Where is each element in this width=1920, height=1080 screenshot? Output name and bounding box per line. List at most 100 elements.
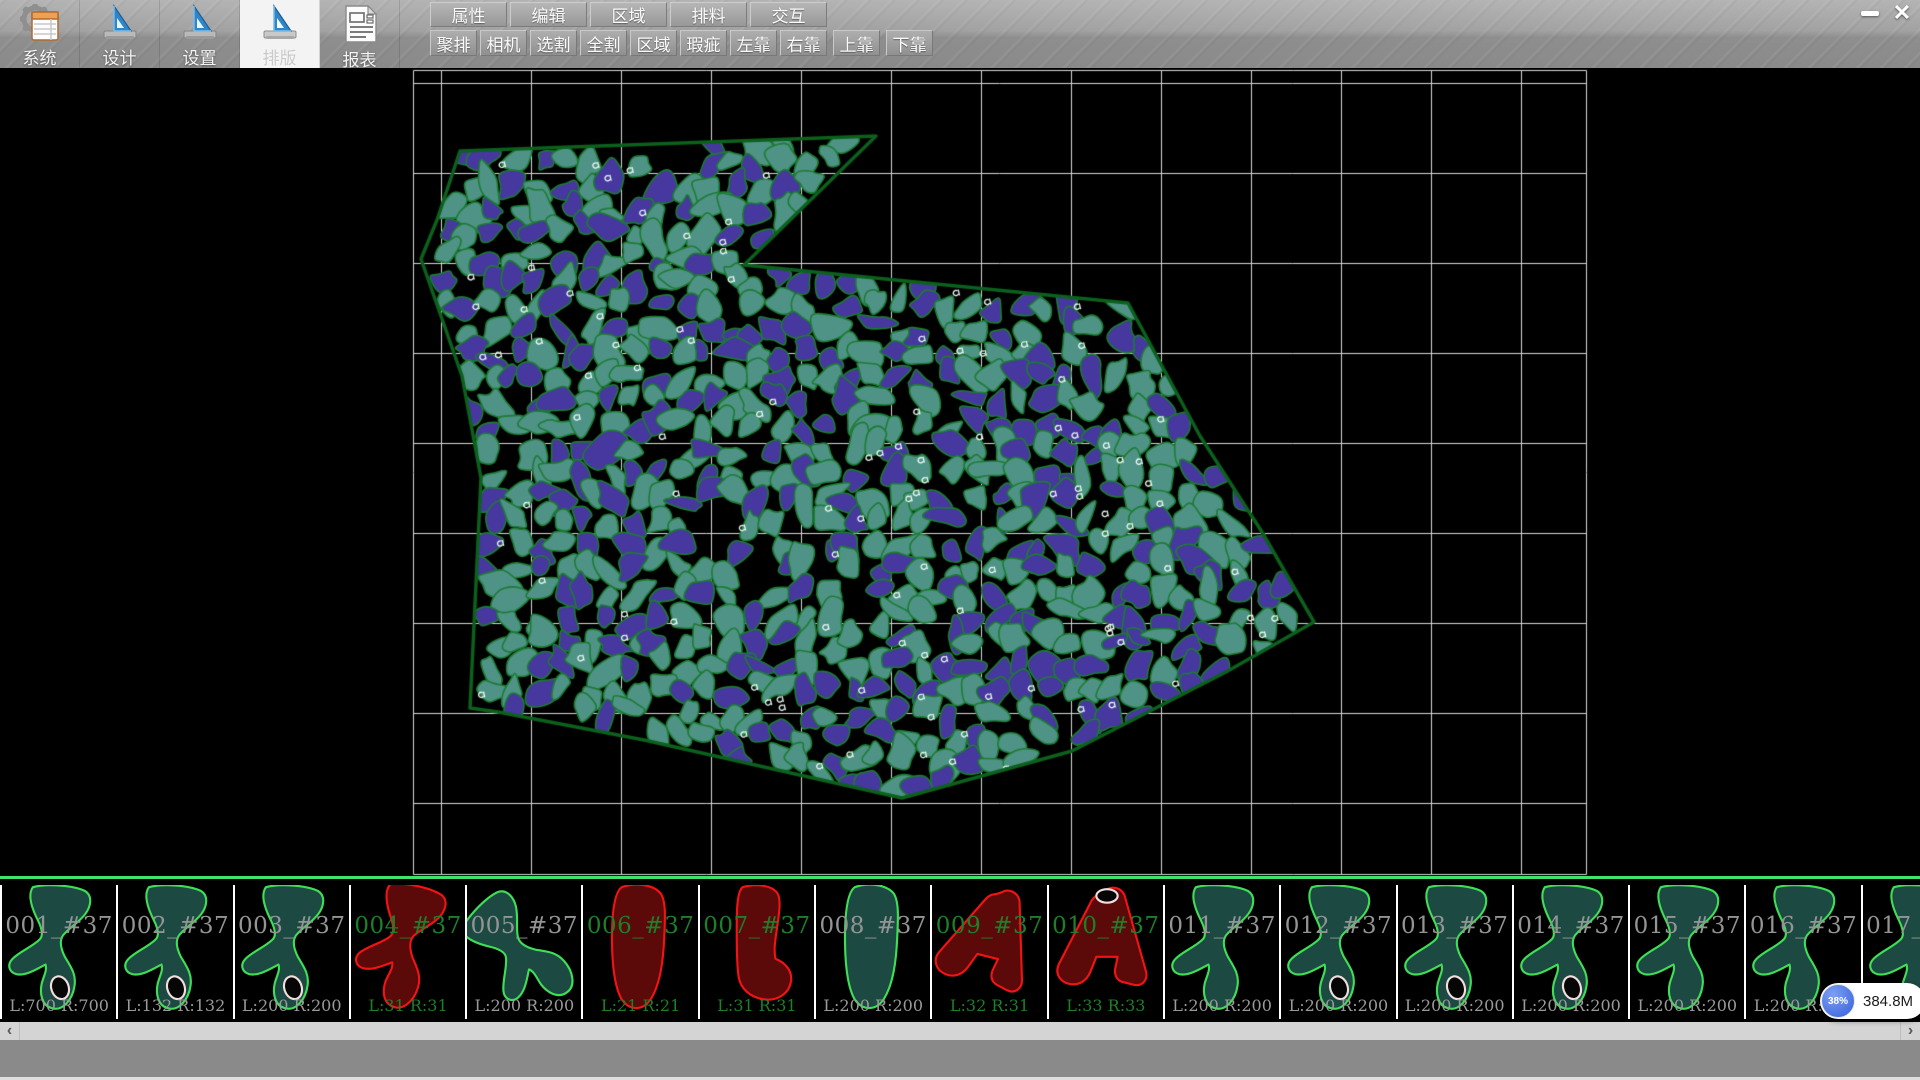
scroll-left-icon: ‹ <box>7 1022 12 1040</box>
scroll-right-icon: › <box>1908 1022 1913 1040</box>
top-toolbar: 系统 设计 <box>0 0 1920 68</box>
part-thumbnail[interactable]: 005_#37 L:200 R:200 <box>467 885 583 1019</box>
tool-button-row: 聚排 相机 选割 全割 区域 瑕疵 左靠 右靠 上靠 下靠 <box>430 30 936 56</box>
close-button[interactable]: ✕ <box>1886 1 1918 25</box>
tab-report[interactable]: 报表 <box>320 0 400 68</box>
part-name: 011_#37 <box>1165 913 1279 939</box>
tool-cut-all[interactable]: 全割 <box>580 30 627 56</box>
part-name: 001_#37 <box>2 913 116 939</box>
part-thumbnail[interactable]: 014_#37 L:200 R:200 <box>1514 885 1630 1019</box>
tab-system-label: 系统 <box>23 44 57 69</box>
tool-align-right[interactable]: 右靠 <box>780 30 827 56</box>
nesting-app-window: 系统 设计 <box>0 0 1920 1080</box>
part-usage-label: L:33 R:33 <box>1049 996 1163 1015</box>
part-name: 008_#37 <box>816 913 930 939</box>
part-thumbnail[interactable]: 012_#37 L:200 R:200 <box>1281 885 1397 1019</box>
tool-align-top[interactable]: 上靠 <box>833 30 880 56</box>
part-thumbnail[interactable]: 004_#37 L:31 R:31 <box>351 885 467 1019</box>
part-usage-label: L:31 R:31 <box>351 996 465 1015</box>
memory-percent-indicator: 38% <box>1821 984 1855 1018</box>
tool-cluster-nest[interactable]: 聚排 <box>430 30 477 56</box>
part-name: 012_#37 <box>1281 913 1395 939</box>
part-name: 017_#37 <box>1863 913 1920 939</box>
part-usage-label: L:200 R:200 <box>235 996 349 1015</box>
tool-align-bottom[interactable]: 下靠 <box>886 30 933 56</box>
part-usage-label: L:200 R:200 <box>1281 996 1395 1015</box>
menu-interact[interactable]: 交互 <box>750 2 827 27</box>
close-icon: ✕ <box>1893 2 1911 24</box>
nesting-canvas[interactable] <box>0 68 1920 876</box>
part-usage-label: L:200 R:200 <box>467 996 581 1015</box>
part-name: 004_#37 <box>351 913 465 939</box>
memory-usage-badge: 38% 384.8M <box>1820 983 1920 1019</box>
tab-settings-label: 设置 <box>183 44 217 69</box>
part-name: 009_#37 <box>932 913 1046 939</box>
part-name: 015_#37 <box>1630 913 1744 939</box>
menu-region[interactable]: 区域 <box>590 2 667 27</box>
part-usage-label: L:200 R:200 <box>1630 996 1744 1015</box>
tab-nesting-selected[interactable]: 排版 <box>240 0 320 68</box>
minimize-button[interactable] <box>1854 1 1886 25</box>
part-name: 007_#37 <box>700 913 814 939</box>
tab-design-label: 设计 <box>103 44 137 69</box>
tool-camera[interactable]: 相机 <box>480 30 527 56</box>
tool-align-left[interactable]: 左靠 <box>730 30 777 56</box>
report-document-icon <box>338 3 382 45</box>
part-name: 002_#37 <box>118 913 232 939</box>
tab-nesting-label: 排版 <box>263 44 297 69</box>
part-thumbnail[interactable]: 009_#37 L:32 R:31 <box>932 885 1048 1019</box>
part-name: 005_#37 <box>467 913 581 939</box>
scroll-right-button[interactable]: › <box>1900 1022 1920 1040</box>
part-usage-label: L:200 R:200 <box>1165 996 1279 1015</box>
ribbon-menus: 属性 编辑 区域 排料 交互 聚排 相机 选割 全割 区域 瑕疵 左靠 右靠 上… <box>430 0 936 56</box>
part-thumbnail[interactable]: 015_#37 L:200 R:200 <box>1630 885 1746 1019</box>
part-usage-label: L:200 R:200 <box>1398 996 1512 1015</box>
part-thumbnail[interactable]: 007_#37 L:31 R:31 <box>700 885 816 1019</box>
part-name: 014_#37 <box>1514 913 1628 939</box>
memory-percent-label: 38% <box>1828 996 1848 1007</box>
triangle-ruler-icon <box>98 3 142 43</box>
part-thumbnail[interactable]: 010_#37 L:33 R:33 <box>1049 885 1165 1019</box>
triangle-ruler-icon <box>258 3 302 43</box>
menu-tab-row: 属性 编辑 区域 排料 交互 <box>430 2 936 27</box>
window-controls: ✕ <box>1854 1 1918 25</box>
tab-design[interactable]: 设计 <box>80 0 160 68</box>
part-usage-label: L:21 R:21 <box>583 996 697 1015</box>
part-thumbnail[interactable]: 001_#37 L:700 R:700 <box>2 885 118 1019</box>
part-thumbnail[interactable]: 003_#37 L:200 R:200 <box>235 885 351 1019</box>
main-tab-bar: 系统 设计 <box>0 0 400 68</box>
tab-system[interactable]: 系统 <box>0 0 80 68</box>
bottom-status-area <box>0 1040 1920 1080</box>
part-thumbnail[interactable]: 013_#37 L:200 R:200 <box>1398 885 1514 1019</box>
parts-scrollbar[interactable]: ‹ › <box>0 1022 1920 1040</box>
memory-amount-label: 384.8M <box>1863 993 1913 1010</box>
part-name: 006_#37 <box>583 913 697 939</box>
parts-thumbnail-list: 001_#37L:700 R:700002_#37L:132 R:132003_… <box>0 885 1920 1019</box>
system-gear-icon <box>18 3 62 43</box>
part-usage-label: L:31 R:31 <box>700 996 814 1015</box>
part-thumbnail[interactable]: 002_#37 L:132 R:132 <box>118 885 234 1019</box>
scroll-left-button[interactable]: ‹ <box>0 1022 20 1040</box>
part-usage-label: L:32 R:31 <box>932 996 1046 1015</box>
tool-region[interactable]: 区域 <box>630 30 677 56</box>
part-name: 013_#37 <box>1398 913 1512 939</box>
part-name: 016_#37 <box>1746 913 1860 939</box>
part-usage-label: L:132 R:132 <box>118 996 232 1015</box>
tool-select-cut[interactable]: 选割 <box>530 30 577 56</box>
parts-strip: 001_#37L:700 R:700002_#37L:132 R:132003_… <box>0 876 1920 1022</box>
part-thumbnail[interactable]: 008_#37 L:200 R:200 <box>816 885 932 1019</box>
part-usage-label: L:700 R:700 <box>2 996 116 1015</box>
minimize-icon <box>1861 11 1879 16</box>
tool-defect[interactable]: 瑕疵 <box>680 30 727 56</box>
part-name: 010_#37 <box>1049 913 1163 939</box>
part-usage-label: L:200 R:200 <box>816 996 930 1015</box>
menu-edit[interactable]: 编辑 <box>510 2 587 27</box>
part-thumbnail[interactable]: 011_#37 L:200 R:200 <box>1165 885 1281 1019</box>
part-thumbnail[interactable]: 006_#37 L:21 R:21 <box>583 885 699 1019</box>
triangle-ruler-icon <box>178 3 222 43</box>
menu-nesting[interactable]: 排料 <box>670 2 747 27</box>
part-name: 003_#37 <box>235 913 349 939</box>
part-usage-label: L:200 R:200 <box>1514 996 1628 1015</box>
tab-settings[interactable]: 设置 <box>160 0 240 68</box>
menu-properties[interactable]: 属性 <box>430 2 507 27</box>
